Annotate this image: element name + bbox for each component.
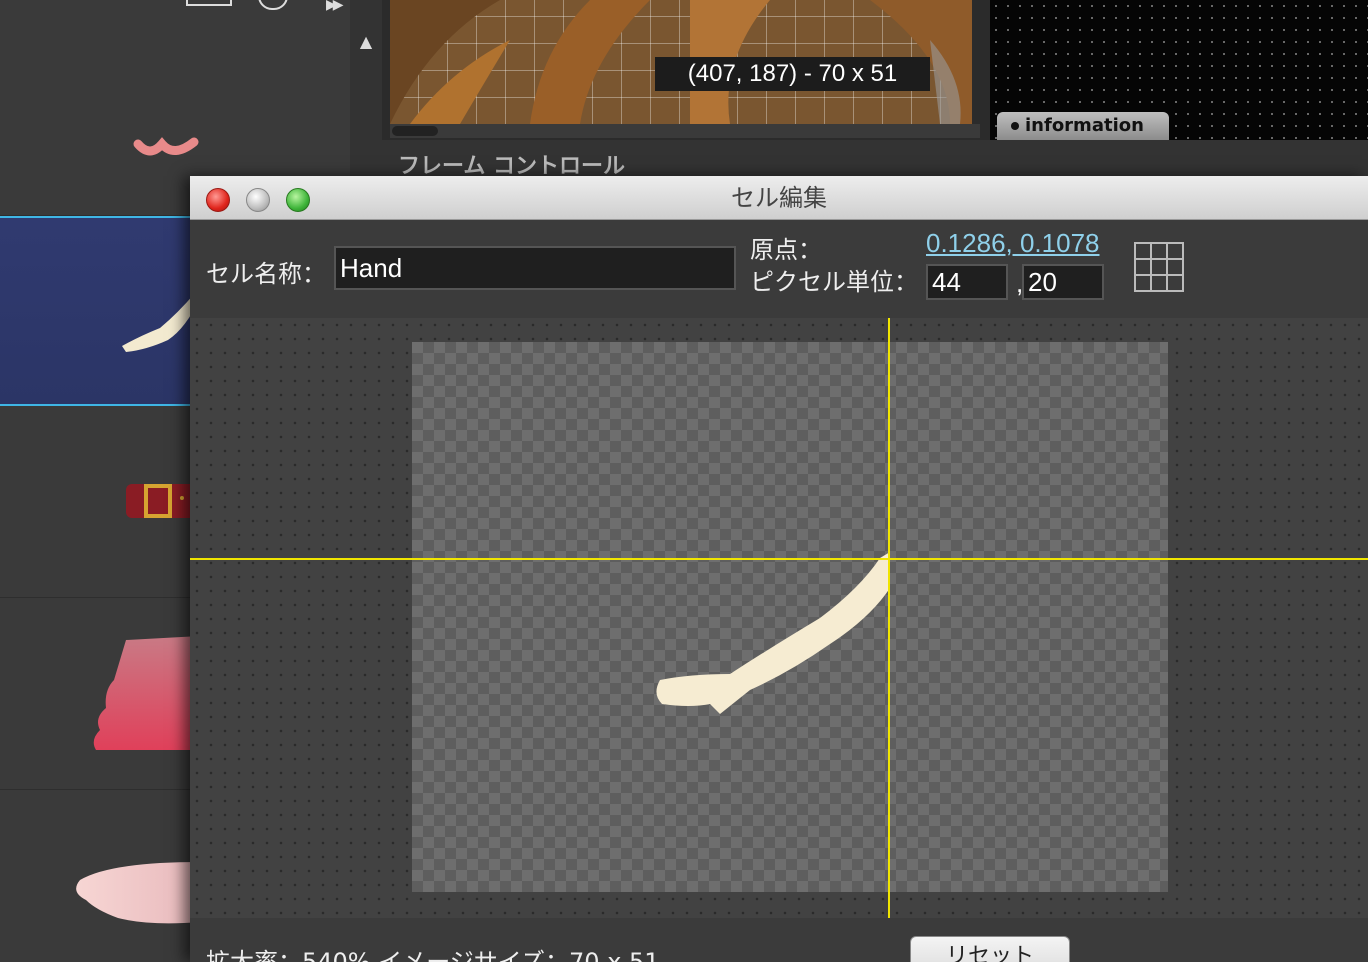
close-button[interactable] — [206, 188, 230, 212]
reset-button[interactable]: リセット — [910, 936, 1070, 962]
hand-image — [656, 552, 890, 714]
information-tab-label: information — [1025, 115, 1144, 136]
origin-value-link[interactable]: 0.1286, 0.1078 — [926, 228, 1100, 259]
dialog-titlebar[interactable]: セル編集 — [190, 176, 1368, 220]
information-tab[interactable]: information — [997, 112, 1169, 140]
cell-canvas[interactable] — [190, 318, 1368, 918]
origin-crosshair-vertical[interactable] — [888, 318, 890, 918]
scroll-up-icon[interactable]: ▲ — [356, 32, 376, 52]
cell-name-input[interactable]: Hand — [334, 246, 736, 290]
preview-scrollbar[interactable] — [390, 124, 980, 138]
zoom-status-text: 拡大率：540% イメージサイズ：70 x 51 — [206, 948, 660, 962]
cell-name-label: セル名称： — [206, 260, 326, 288]
coordinate-readout: (407, 187) - 70 x 51 — [655, 57, 930, 91]
zoom-button[interactable] — [286, 188, 310, 212]
scroll-thumb[interactable] — [392, 126, 438, 136]
pixel-y-input[interactable]: 20 — [1022, 264, 1104, 300]
cell-properties-form: セル名称： Hand 原点： 0.1286, 0.1078 ピクセル単位： 44… — [190, 220, 1368, 318]
pixel-x-input[interactable]: 44 — [926, 264, 1008, 300]
dialog-title: セル編集 — [731, 184, 827, 212]
grid-toggle-icon[interactable] — [1134, 242, 1184, 292]
pixel-unit-label: ピクセル単位： — [750, 268, 918, 296]
origin-label: 原点： — [750, 236, 822, 264]
dialog-status-bar: 拡大率：540% イメージサイズ：70 x 51 リセット — [190, 918, 1368, 962]
app-window: ▲ ▶▶ (407, 187) - 70 x 51 information フレ… — [0, 0, 1368, 962]
minimize-button[interactable] — [246, 188, 270, 212]
frame-box-icon[interactable] — [186, 0, 232, 6]
origin-crosshair-horizontal[interactable] — [190, 558, 1368, 560]
cell-edit-dialog: セル編集 セル名称： Hand 原点： 0.1286, 0.1078 ピクセル単… — [190, 176, 1368, 962]
bullet-icon — [1011, 122, 1019, 130]
fast-forward-icon[interactable]: ▶▶ — [326, 0, 343, 13]
